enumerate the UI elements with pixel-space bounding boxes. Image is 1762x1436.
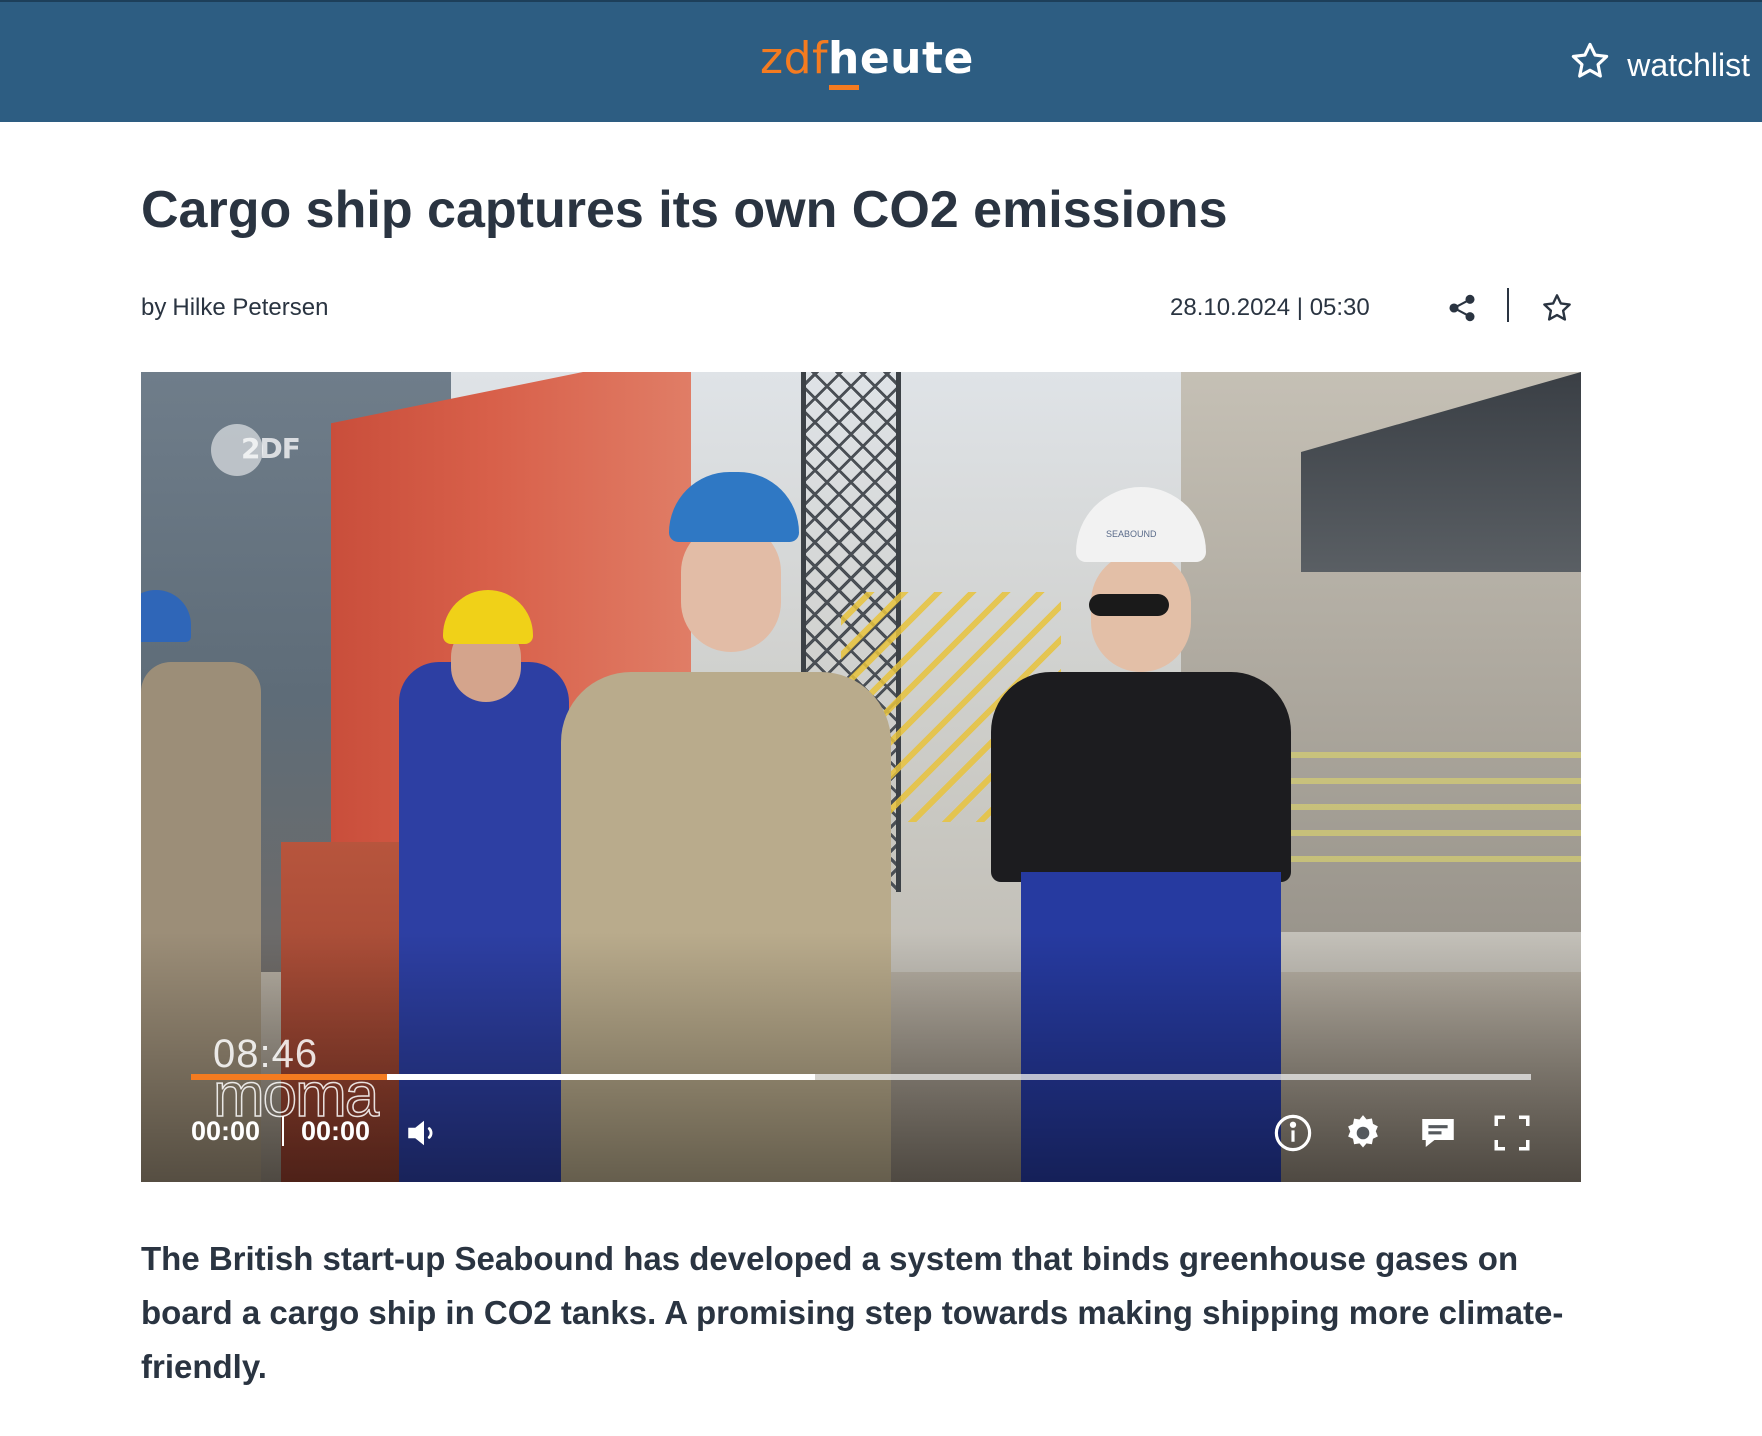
info-icon[interactable] [1272, 1112, 1314, 1154]
logo-heute-rest: eute [859, 33, 974, 84]
worker-right-shirt [991, 672, 1291, 882]
video-player[interactable]: SEABOUND 2DF 08:46 moma 00:00 00:00 [141, 372, 1581, 1182]
meta-divider [1507, 288, 1509, 322]
author-prefix: by [141, 294, 167, 321]
share-icon[interactable] [1446, 292, 1478, 324]
video-duration: 00:00 [301, 1116, 371, 1146]
author-name[interactable]: Hilke Petersen [172, 294, 328, 321]
logo-heute-h: h [828, 33, 860, 90]
time-divider [282, 1116, 284, 1146]
watchlist-button[interactable]: watchlist [1569, 40, 1750, 90]
star-outline-icon [1569, 40, 1611, 90]
watchlist-label: watchlist [1627, 46, 1750, 83]
sunglasses [1089, 594, 1169, 616]
logo-heute-text: heute [828, 33, 974, 90]
video-progress-bar[interactable] [191, 1074, 1531, 1080]
subtitles-icon[interactable] [1417, 1112, 1459, 1154]
video-current-time: 00:00 [191, 1116, 261, 1146]
logo-zdf-text: zdf [760, 33, 829, 84]
zdfheute-logo[interactable]: zdfheute [760, 32, 974, 90]
bookmark-star-icon[interactable] [1541, 292, 1573, 324]
article-teaser: The British start-up Seabound has develo… [141, 1240, 1564, 1385]
volume-icon[interactable] [403, 1112, 445, 1154]
author-line: by Hilke Petersen [141, 294, 328, 322]
zdf-channel-bug-text: 2DF [241, 432, 301, 465]
helmet-logo-text: SEABOUND [1106, 529, 1157, 539]
publish-datetime: 28.10.2024 | 05:30 [1170, 294, 1370, 321]
settings-icon[interactable] [1342, 1112, 1384, 1154]
top-navigation-bar: zdfheute watchlist [0, 0, 1762, 122]
video-scene-railing [1291, 752, 1581, 882]
fullscreen-icon[interactable] [1491, 1112, 1533, 1154]
article-title: Cargo ship captures its own CO2 emission… [141, 181, 1228, 239]
article-meta: by Hilke Petersen 28.10.2024 | 05:30 [141, 288, 1581, 328]
video-played-bar [191, 1074, 387, 1080]
